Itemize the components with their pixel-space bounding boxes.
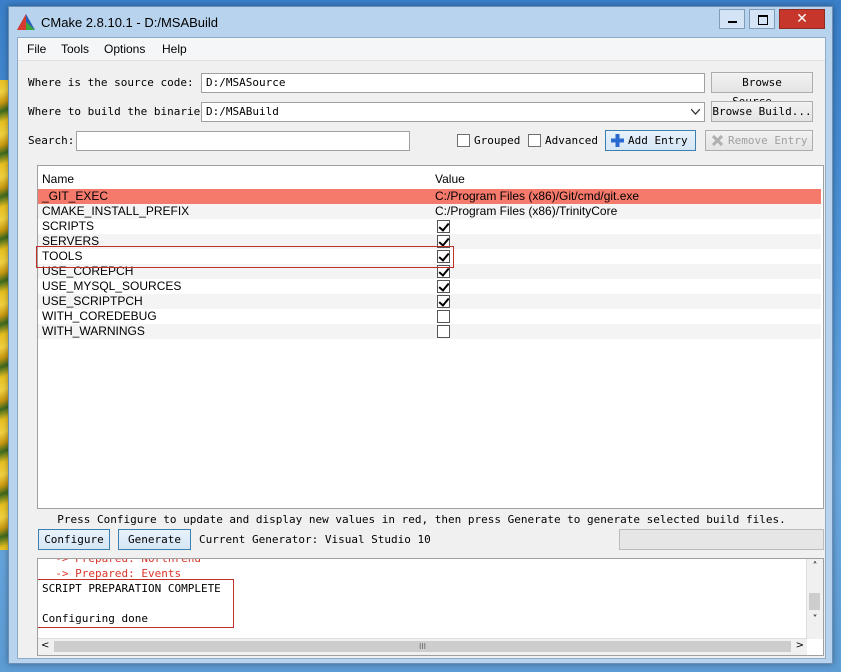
value-checkbox[interactable]: [437, 325, 450, 338]
close-button[interactable]: ✕: [779, 9, 825, 29]
search-label: Search:: [28, 134, 75, 147]
table-row[interactable]: USE_SCRIPTPCH: [38, 294, 821, 309]
cell-name: USE_MYSQL_SOURCES: [42, 279, 182, 293]
cell-value[interactable]: C:/Program Files (x86)/TrinityCore: [435, 204, 617, 219]
grouped-checkbox[interactable]: [457, 134, 470, 147]
progress-bar: [619, 529, 824, 550]
cache-table[interactable]: Name Value _GIT_EXEC C:/Program Files (x8…: [36, 165, 824, 509]
remove-x-icon: [712, 135, 723, 146]
cell-name: CMAKE_INSTALL_PREFIX: [42, 204, 190, 218]
cell-name: WITH_WARNINGS: [42, 324, 145, 338]
menu-help[interactable]: Help: [162, 42, 187, 56]
minimize-icon: [728, 21, 737, 23]
main-panel: File Tools Options Help Where is the sou…: [17, 37, 826, 659]
value-checkbox[interactable]: [437, 220, 450, 233]
value-checkbox[interactable]: [437, 280, 450, 293]
hint-text: Press Configure to update and display ne…: [57, 513, 786, 526]
source-path-field[interactable]: D:/MSASource: [201, 73, 705, 93]
scroll-left-arrow-icon[interactable]: <: [41, 640, 49, 651]
scroll-up-arrow-icon[interactable]: ˄: [807, 561, 823, 572]
cell-value[interactable]: C:/Program Files (x86)/Git/cmd/git.exe: [435, 189, 639, 204]
column-header-value[interactable]: Value: [435, 172, 465, 186]
close-icon: ✕: [796, 11, 808, 27]
scroll-right-arrow-icon[interactable]: >: [796, 640, 804, 651]
annotation-highlight-tools: [36, 246, 454, 268]
search-input[interactable]: [76, 131, 410, 151]
scroll-down-arrow-icon[interactable]: ˅: [807, 614, 823, 625]
maximize-button[interactable]: [749, 9, 775, 29]
maximize-icon: [758, 15, 768, 25]
binaries-path-combo[interactable]: D:/MSABuild: [201, 102, 705, 122]
plus-icon: [611, 134, 624, 147]
cell-name: SCRIPTS: [42, 219, 95, 233]
log-horizontal-scrollbar[interactable]: < III >: [38, 638, 807, 655]
browse-build-button[interactable]: Browse Build...: [711, 101, 813, 122]
binaries-path-value: D:/MSABuild: [206, 105, 279, 118]
advanced-checkbox[interactable]: [528, 134, 541, 147]
browse-source-button[interactable]: Browse Source...: [711, 72, 813, 108]
window-title: CMake 2.8.10.1 - D:/MSABuild: [41, 15, 219, 30]
value-checkbox[interactable]: [437, 310, 450, 323]
add-entry-button[interactable]: Add Entry: [605, 130, 696, 151]
output-log[interactable]: -> Prepared: Northrend -> Prepared: Even…: [37, 558, 824, 656]
menu-tools[interactable]: Tools: [61, 42, 89, 56]
log-line: -> Prepared: Northrend: [42, 558, 201, 565]
advanced-label[interactable]: Advanced: [545, 134, 598, 147]
remove-entry-button[interactable]: Remove Entry: [705, 130, 813, 151]
cell-name: _GIT_EXEC: [42, 189, 109, 203]
table-row[interactable]: WITH_WARNINGS: [38, 324, 821, 339]
remove-entry-label: Remove Entry: [728, 134, 808, 147]
table-row[interactable]: WITH_COREDEBUG: [38, 309, 821, 324]
log-scroll-thumb[interactable]: [809, 593, 820, 610]
grouped-label[interactable]: Grouped: [474, 134, 520, 147]
log-vertical-scrollbar[interactable]: ˄ ˅: [806, 559, 823, 639]
table-row[interactable]: USE_MYSQL_SOURCES: [38, 279, 821, 294]
cmake-window: CMake 2.8.10.1 - D:/MSABuild ✕ File Tool…: [8, 6, 833, 664]
minimize-button[interactable]: [719, 9, 745, 29]
annotation-highlight-log: [38, 579, 234, 628]
add-entry-label: Add Entry: [628, 134, 688, 147]
generate-button[interactable]: Generate: [118, 529, 191, 550]
menu-file[interactable]: File: [27, 42, 46, 56]
cell-name: USE_SCRIPTPCH: [42, 294, 143, 308]
table-row[interactable]: SCRIPTS: [38, 219, 821, 234]
current-generator-text: Current Generator: Visual Studio 10: [199, 533, 431, 546]
title-bar[interactable]: CMake 2.8.10.1 - D:/MSABuild ✕: [9, 7, 832, 37]
column-header-name[interactable]: Name: [42, 172, 74, 186]
source-label: Where is the source code:: [28, 76, 194, 89]
value-checkbox[interactable]: [437, 295, 450, 308]
menu-options[interactable]: Options: [104, 42, 145, 56]
log-hscroll-thumb[interactable]: III: [54, 641, 791, 652]
chevron-down-icon[interactable]: [691, 109, 700, 115]
menu-bar: File Tools Options Help: [18, 38, 825, 61]
table-row[interactable]: CMAKE_INSTALL_PREFIX C:/Program Files (x8…: [38, 204, 821, 219]
configure-button[interactable]: Configure: [38, 529, 110, 550]
table-row[interactable]: _GIT_EXEC C:/Program Files (x86)/Git/cmd/…: [38, 189, 821, 204]
cell-name: WITH_COREDEBUG: [42, 309, 157, 323]
cmake-app-icon: [17, 14, 35, 30]
binaries-label: Where to build the binaries:: [28, 105, 214, 118]
